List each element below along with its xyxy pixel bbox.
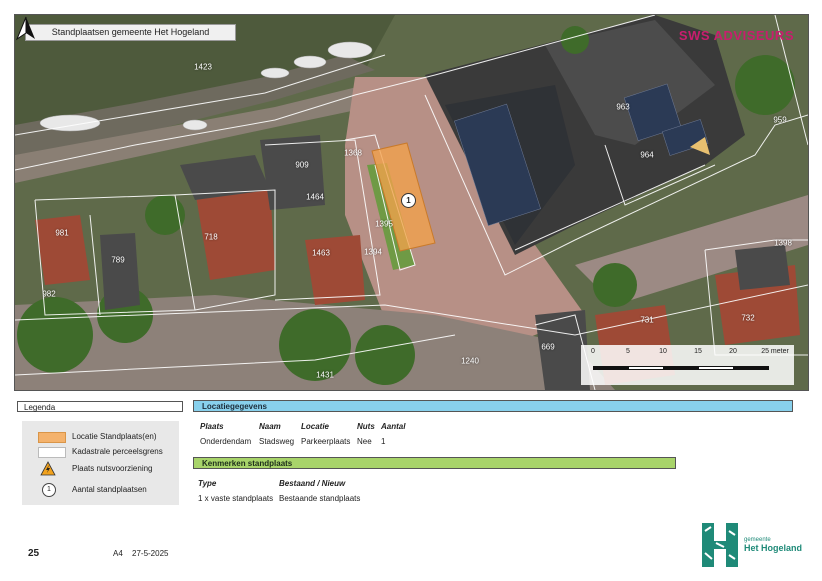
parcel-label: 789 bbox=[111, 255, 125, 265]
scale-segment bbox=[593, 366, 629, 370]
parcel-label: 981 bbox=[55, 228, 69, 238]
legend-label: Locatie Standplaats(en) bbox=[72, 432, 157, 441]
brand-logo-text: SWS ADVISEURS bbox=[678, 28, 794, 43]
legend-label: Plaats nutsvoorziening bbox=[72, 464, 153, 473]
standplaats-swatch-icon bbox=[38, 432, 66, 443]
document-date: 27-5-2025 bbox=[132, 549, 169, 558]
legend-panel: Locatie Standplaats(en) Kadastrale perce… bbox=[22, 421, 179, 505]
scale-tick-label: 20 bbox=[729, 348, 737, 355]
scale-segment bbox=[698, 366, 734, 370]
parcel-label: 964 bbox=[640, 150, 654, 160]
characteristics-header-status: Bestaand / Nieuw bbox=[279, 479, 346, 488]
parcel-label: 1394 bbox=[364, 247, 382, 257]
scale-segment bbox=[733, 366, 769, 370]
characteristics-header-type: Type bbox=[198, 479, 217, 488]
scale-segment bbox=[663, 366, 699, 370]
legend-item: Locatie Standplaats(en) bbox=[22, 430, 179, 444]
legend-label: Kadastrale perceelsgrens bbox=[72, 447, 163, 456]
location-value-plaats: Onderdendam bbox=[200, 437, 252, 446]
location-header-plaats: Plaats bbox=[200, 422, 224, 431]
scale-tick-label: 10 bbox=[659, 348, 667, 355]
municipality-logo-icon bbox=[702, 523, 738, 567]
site-count-marker: 1 bbox=[401, 193, 416, 208]
parcel-label: 1463 bbox=[312, 248, 330, 258]
number-circle-icon: 1 bbox=[42, 483, 56, 497]
location-value-aantal: 1 bbox=[381, 437, 386, 446]
parcel-label: 909 bbox=[295, 160, 309, 170]
location-value-naam: Stadsweg bbox=[259, 437, 295, 446]
location-header-nuts: Nuts bbox=[357, 422, 375, 431]
legend-label: Aantal standplaatsen bbox=[72, 485, 147, 494]
legend-title: Legenda bbox=[17, 401, 183, 412]
characteristics-section-header: Kenmerken standplaats bbox=[193, 457, 676, 469]
north-arrow-icon bbox=[15, 16, 35, 41]
page-number: 25 bbox=[28, 548, 40, 559]
scale-tick-label: 25 meter bbox=[761, 348, 789, 355]
characteristics-value-status: Bestaande standplaats bbox=[279, 494, 361, 503]
scale-tick-label: 5 bbox=[626, 348, 630, 355]
location-header-naam: Naam bbox=[259, 422, 281, 431]
legend-item: 1 Aantal standplaatsen bbox=[22, 483, 179, 497]
location-header-aantal: Aantal bbox=[381, 422, 406, 431]
parcel-label: 1240 bbox=[461, 356, 479, 366]
location-value-locatie: Parkeerplaats bbox=[301, 437, 351, 446]
parcel-label: 1423 bbox=[194, 62, 212, 72]
parcel-label: 1398 bbox=[774, 238, 792, 248]
paper-size: A4 bbox=[113, 549, 123, 558]
scale-segment bbox=[628, 366, 664, 370]
parcel-label: 1464 bbox=[306, 192, 324, 202]
parcel-label: 732 bbox=[741, 313, 755, 323]
parcel-label: 731 bbox=[640, 315, 654, 325]
characteristics-value-type: 1 x vaste standplaats bbox=[198, 494, 274, 503]
parcel-label: 982 bbox=[42, 289, 56, 299]
parcel-label: 718 bbox=[204, 232, 218, 242]
parcel-label: 1395 bbox=[375, 219, 393, 229]
parcel-label: 959 bbox=[773, 115, 787, 125]
parcel-border-swatch-icon bbox=[38, 447, 66, 458]
parcel-label: 1431 bbox=[316, 370, 334, 380]
municipality-name: Het Hogeland bbox=[744, 543, 803, 553]
location-section-header: Locatiegegevens bbox=[193, 400, 793, 412]
warning-icon bbox=[40, 461, 56, 476]
map-title: Standplaatsen gemeente Het Hogeland bbox=[25, 24, 236, 41]
parcel-label: 1368 bbox=[344, 148, 362, 158]
legend-item: Kadastrale perceelsgrens bbox=[22, 445, 179, 459]
legend-item: Plaats nutsvoorziening bbox=[22, 461, 179, 476]
aerial-map: Standplaatsen gemeente Het Hogeland SWS … bbox=[14, 14, 809, 391]
parcel-label: 963 bbox=[616, 102, 630, 112]
scale-bar: 0 5 10 15 20 25 meter bbox=[581, 345, 794, 385]
parcel-label: 669 bbox=[541, 342, 555, 352]
location-value-nuts: Nee bbox=[357, 437, 372, 446]
scale-tick-label: 0 bbox=[591, 348, 595, 355]
scale-tick-label: 15 bbox=[694, 348, 702, 355]
location-header-locatie: Locatie bbox=[301, 422, 330, 431]
